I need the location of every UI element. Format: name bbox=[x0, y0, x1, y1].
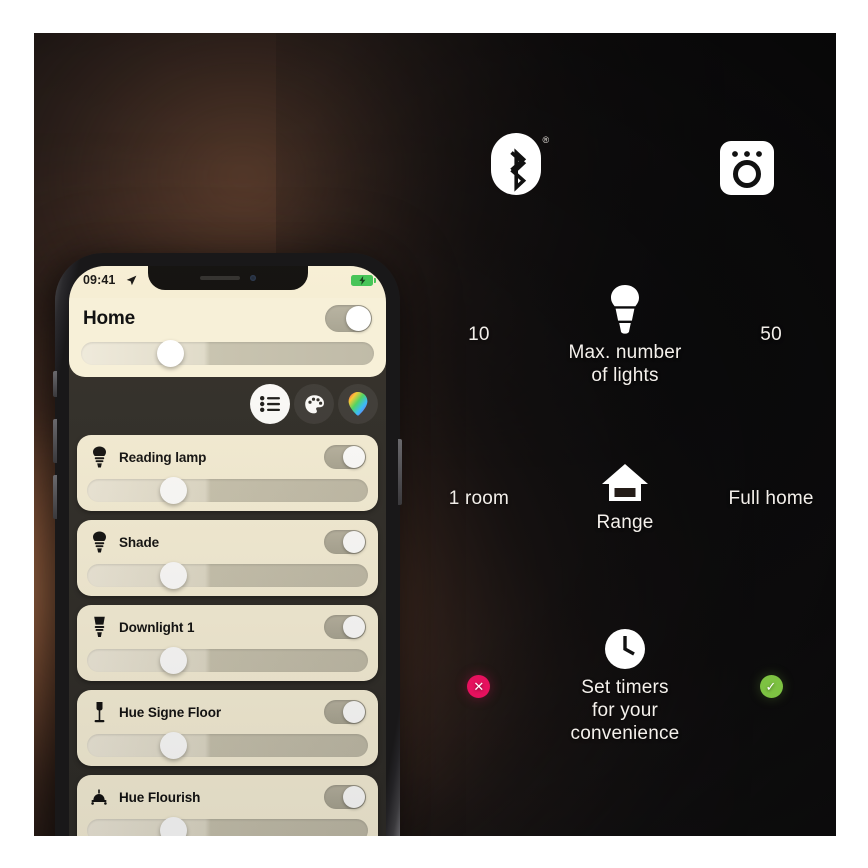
slider-knob[interactable] bbox=[160, 817, 188, 836]
row3-feature-line3: convenience bbox=[570, 723, 680, 744]
slider-knob[interactable] bbox=[157, 340, 185, 367]
clock-icon bbox=[605, 629, 645, 669]
toggle-knob bbox=[343, 701, 365, 723]
row1-feature-label: Max. number of lights bbox=[544, 341, 706, 387]
light-list: Reading lamp Shade Downlight 1 Hue Signe… bbox=[69, 435, 386, 836]
slider-knob[interactable] bbox=[160, 562, 188, 589]
house-icon bbox=[602, 464, 648, 501]
notch bbox=[147, 266, 308, 290]
volume-up-button[interactable] bbox=[53, 419, 57, 463]
home-brightness-slider[interactable] bbox=[81, 340, 374, 367]
volume-down-button[interactable] bbox=[53, 475, 57, 519]
light-card[interactable]: Hue Signe Floor bbox=[77, 690, 378, 766]
status-badge-unsupported: ✕ bbox=[467, 675, 491, 698]
light-brightness-slider[interactable] bbox=[87, 732, 368, 759]
power-button[interactable] bbox=[398, 439, 402, 505]
bulb-downlight-icon bbox=[89, 616, 109, 638]
light-name: Downlight 1 bbox=[119, 619, 195, 635]
row1-left-value: 10 bbox=[468, 324, 490, 345]
mute-switch[interactable] bbox=[53, 371, 57, 397]
page-title: Home bbox=[83, 307, 135, 329]
phone-mockup: 09:41 Home Reading lamp Shade Downlight … bbox=[53, 253, 402, 836]
floor-lamp-icon bbox=[89, 701, 109, 723]
phone-screen: 09:41 Home Reading lamp Shade Downlight … bbox=[69, 266, 386, 836]
row2-left-value: 1 room bbox=[448, 487, 510, 509]
row1-feature-line1: Max. number bbox=[568, 342, 682, 363]
feature-comparison: 10 Max. number of lights 50 1 room Range… bbox=[414, 33, 836, 836]
light-card[interactable]: Shade bbox=[77, 520, 378, 596]
status-badge-supported: ✓ bbox=[759, 675, 783, 698]
toggle-knob bbox=[343, 786, 365, 808]
status-bar: 09:41 bbox=[69, 266, 386, 298]
charging-bolt-icon bbox=[358, 276, 365, 285]
color-picker-icon bbox=[348, 392, 368, 416]
earpiece-speaker bbox=[199, 276, 240, 280]
palette-icon bbox=[304, 394, 324, 413]
row3-feature-line2: for your bbox=[591, 700, 658, 721]
row2-feature: Range bbox=[544, 463, 706, 534]
row2-feature-label: Range bbox=[544, 511, 706, 534]
light-toggle[interactable] bbox=[324, 445, 366, 469]
light-name: Shade bbox=[119, 534, 160, 550]
toggle-knob bbox=[343, 446, 365, 468]
bulb-spot-icon bbox=[89, 446, 109, 468]
row2-feature-line1: Range bbox=[596, 512, 654, 533]
light-name: Reading lamp bbox=[119, 449, 207, 465]
tab-list[interactable] bbox=[250, 384, 290, 424]
light-toggle[interactable] bbox=[324, 615, 366, 639]
row3-feature-line1: Set timers bbox=[581, 677, 669, 698]
home-master-toggle[interactable] bbox=[325, 305, 372, 332]
row3-left-value: ✕ bbox=[414, 675, 544, 698]
light-toggle[interactable] bbox=[324, 530, 366, 554]
battery-charging-icon bbox=[351, 275, 376, 286]
row2-right-value: Full home bbox=[728, 487, 814, 509]
row1-feature: Max. number of lights bbox=[544, 283, 706, 387]
light-card[interactable]: Reading lamp bbox=[77, 435, 378, 511]
row3-feature: Set timers for your convenience bbox=[544, 628, 706, 745]
row1-right-value: 50 bbox=[760, 324, 782, 345]
slider-knob[interactable] bbox=[160, 732, 188, 759]
light-card[interactable]: Hue Flourish bbox=[77, 775, 378, 836]
light-toggle[interactable] bbox=[324, 785, 366, 809]
row3-feature-label: Set timers for your convenience bbox=[544, 676, 706, 745]
comparison-row-max-lights: 10 Max. number of lights 50 bbox=[414, 283, 836, 387]
row3-right-value: ✓ bbox=[706, 675, 836, 698]
light-brightness-slider[interactable] bbox=[87, 562, 368, 589]
tab-scenes[interactable] bbox=[294, 384, 334, 424]
bulb-icon bbox=[611, 285, 639, 334]
status-bar-time: 09:41 bbox=[83, 273, 116, 287]
slider-knob[interactable] bbox=[160, 647, 188, 674]
light-card[interactable]: Downlight 1 bbox=[77, 605, 378, 681]
row1-feature-line2: of lights bbox=[591, 365, 659, 386]
bulb-spot-icon bbox=[89, 531, 109, 553]
home-card-header: Home bbox=[81, 303, 374, 342]
ceiling-lamp-icon bbox=[89, 789, 109, 805]
light-name: Hue Signe Floor bbox=[119, 704, 222, 720]
light-toggle[interactable] bbox=[324, 700, 366, 724]
light-brightness-slider[interactable] bbox=[87, 817, 368, 836]
tab-strip bbox=[69, 377, 386, 435]
home-card: Home bbox=[69, 298, 386, 377]
comparison-row-range: 1 room Range Full home bbox=[414, 463, 836, 534]
front-camera bbox=[249, 275, 256, 281]
toggle-knob bbox=[343, 531, 365, 553]
promo-stage: ® 10 Max. number of lights 50 1 room Ran… bbox=[34, 33, 836, 836]
slider-knob[interactable] bbox=[160, 477, 188, 504]
light-brightness-slider[interactable] bbox=[87, 647, 368, 674]
light-name: Hue Flourish bbox=[119, 789, 201, 805]
toggle-knob bbox=[346, 306, 371, 331]
location-arrow-icon bbox=[126, 275, 137, 286]
comparison-row-timers: ✕ Set timers for your convenience ✓ bbox=[414, 628, 836, 745]
tab-color[interactable] bbox=[338, 384, 378, 424]
list-icon bbox=[260, 396, 280, 412]
light-brightness-slider[interactable] bbox=[87, 477, 368, 504]
toggle-knob bbox=[343, 616, 365, 638]
